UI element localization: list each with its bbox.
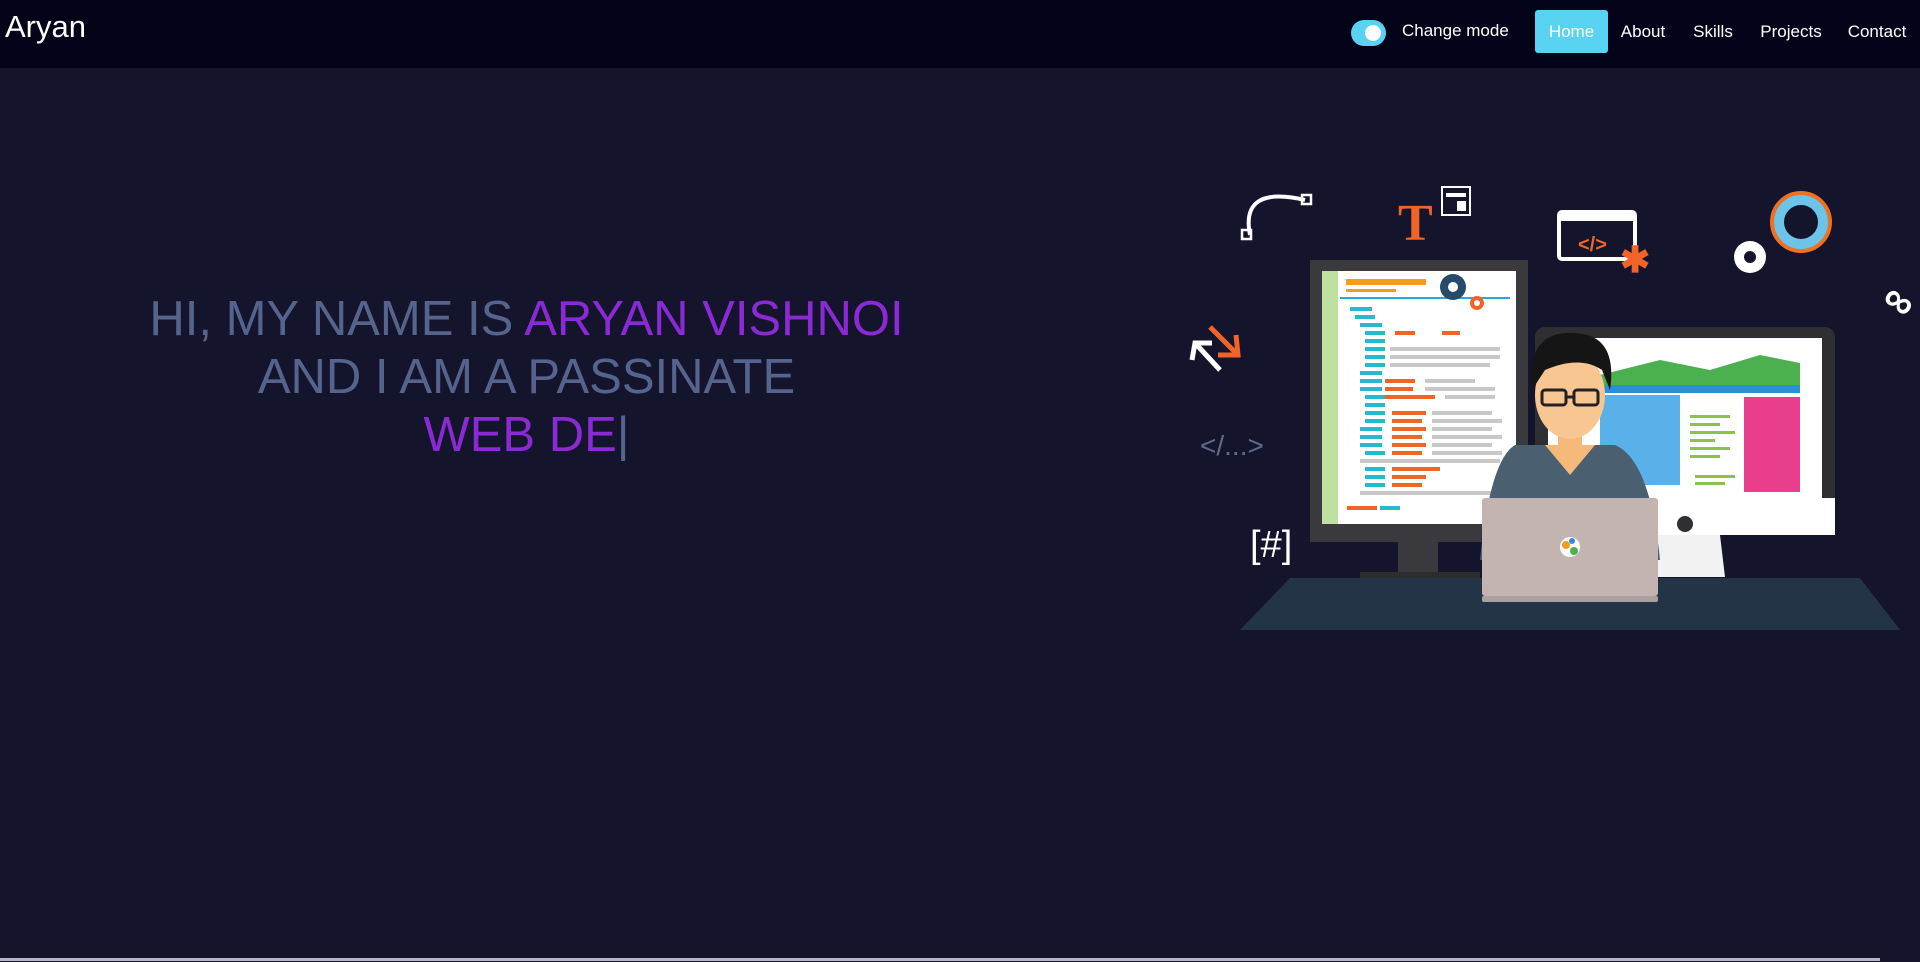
typing-cursor: | (616, 408, 630, 462)
scroll-progress-bar (0, 958, 1880, 961)
typed-role: WEB DE (423, 408, 617, 462)
gear-icon (1734, 191, 1832, 273)
nav-contact[interactable]: Contact (1842, 10, 1912, 53)
code-tag-icon: </...> (1200, 430, 1264, 461)
hero-line-2: AND I AM A PASSINATE (257, 350, 796, 404)
hero-line-1: HI, MY NAME IS ARYAN VISHNOI (120, 290, 933, 348)
theme-toggle[interactable] (1351, 20, 1386, 46)
text-tool-icon: T (1398, 195, 1433, 252)
resize-arrows-icon (1189, 325, 1241, 372)
code-symbol-icon: </> (1578, 234, 1607, 256)
nav-projects[interactable]: Projects (1755, 10, 1827, 53)
wrench-icon: ✱ (1620, 239, 1650, 280)
nav-about[interactable]: About (1617, 10, 1669, 53)
bezier-curve-icon (1246, 194, 1306, 236)
hash-tag-icon: [#] (1250, 524, 1292, 566)
developer-illustration: T </> ✱ ∞ </...> [#] (1189, 186, 1920, 630)
toggle-knob (1365, 25, 1381, 41)
change-mode-label: Change mode (1402, 21, 1509, 40)
nav-home[interactable]: Home (1535, 10, 1608, 53)
navbar: Aryan Change mode Home About Skills Proj… (0, 0, 1920, 68)
nav-skills[interactable]: Skills (1687, 10, 1739, 53)
hero-name: ARYAN VISHNOI (524, 292, 904, 346)
brand-logo[interactable]: Aryan (5, 9, 86, 45)
hero-intro-text: HI, MY NAME IS (149, 292, 525, 346)
link-icon: ∞ (1874, 273, 1920, 329)
hero-heading: HI, MY NAME IS ARYAN VISHNOI AND I AM A … (120, 290, 933, 464)
hero-line-3: WEB DE| (120, 406, 933, 464)
